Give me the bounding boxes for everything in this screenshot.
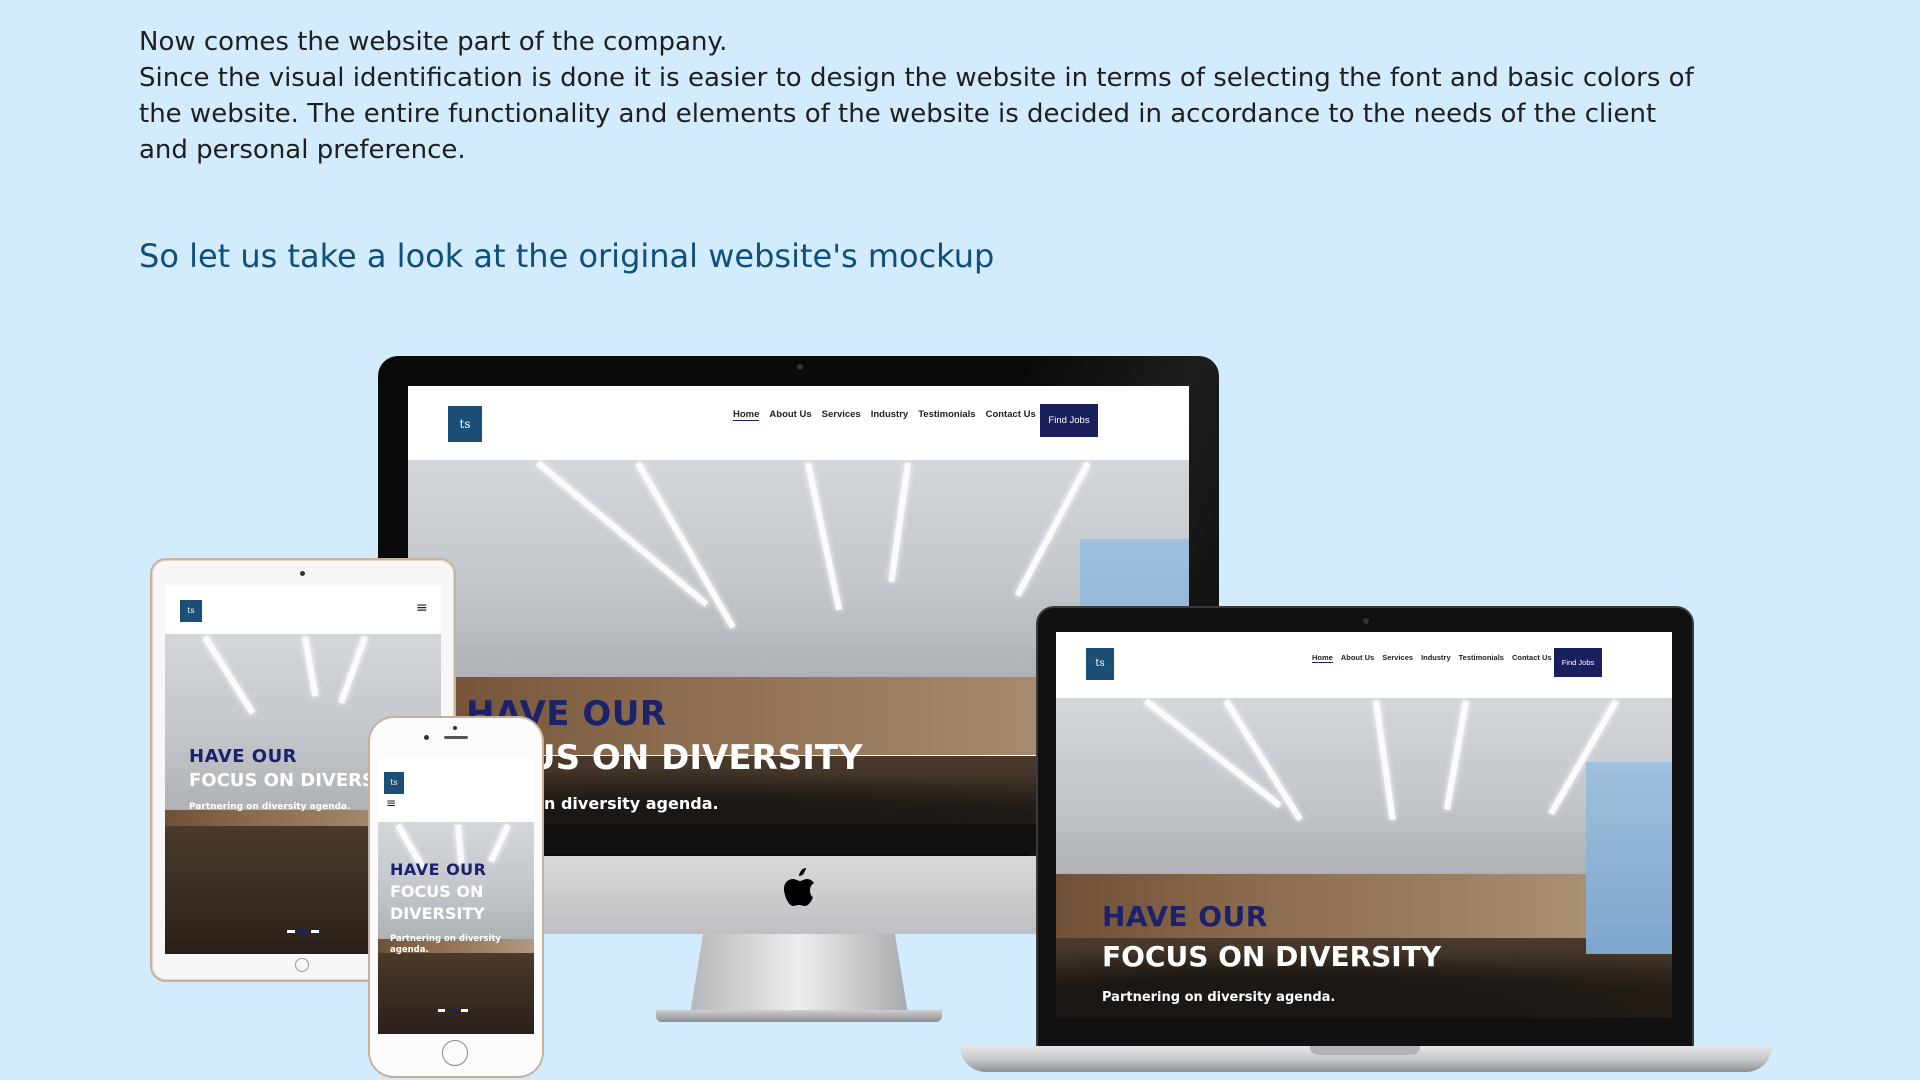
- site-navbar: ts ≡: [165, 586, 441, 634]
- nav-industry[interactable]: Industry: [1421, 653, 1451, 663]
- hero-line-2: FOCUS ON DIVERSITY: [1102, 940, 1442, 973]
- intro-text: Now comes the website part of the compan…: [139, 24, 1699, 168]
- find-jobs-button[interactable]: Find Jobs: [1040, 404, 1098, 437]
- nav-testimonials[interactable]: Testimonials: [918, 409, 975, 421]
- imac-camera: [797, 364, 803, 370]
- macbook-notch: [1310, 1046, 1420, 1055]
- logo-text: ts: [187, 606, 195, 615]
- ipad-home-button: [295, 958, 309, 972]
- hamburger-menu-icon[interactable]: ≡: [386, 796, 396, 810]
- hero-line-2b: DIVERSITY: [390, 904, 485, 923]
- hero-line-1: HAVE OUR: [189, 746, 298, 767]
- hero-line-1: HAVE OUR: [390, 860, 487, 879]
- site-navbar: ts ≡: [378, 758, 534, 822]
- hero-line-2: FOCUS ON DIVERS: [189, 770, 375, 791]
- macbook-screen: ts Home About Us Services Industry Testi…: [1056, 632, 1672, 1018]
- nav-contact-us[interactable]: Contact Us: [1512, 653, 1552, 663]
- hero-photo: [378, 822, 534, 1034]
- hero-subtitle: Partnering on diversity agenda.: [1102, 990, 1336, 1005]
- hero-subtitle-a: Partnering on diversity: [390, 934, 501, 944]
- site-navbar: ts Home About Us Services Industry Testi…: [1056, 632, 1672, 698]
- find-jobs-button[interactable]: Find Jobs: [1554, 648, 1602, 677]
- apple-icon: [784, 868, 814, 906]
- iphone-camera: [424, 735, 429, 740]
- nav-menu: Home About Us Services Industry Testimon…: [1312, 653, 1552, 663]
- imac-stand-foot: [656, 1010, 942, 1022]
- iphone-home-button: [442, 1040, 468, 1066]
- logo-text: ts: [390, 778, 398, 787]
- slider-dots[interactable]: [438, 1009, 468, 1012]
- ipad-camera: [300, 571, 305, 576]
- logo-text: ts: [1095, 658, 1105, 669]
- iphone-sensor: [453, 726, 457, 730]
- site-navbar: ts Home About Us Services Industry Testi…: [408, 386, 1189, 460]
- hero-subtitle-b: agenda.: [390, 945, 429, 955]
- hero-subtitle: Partnering on diversity agenda.: [189, 802, 351, 812]
- macbook-camera: [1363, 618, 1369, 624]
- intro-line-1: Now comes the website part of the compan…: [139, 27, 728, 57]
- iphone-speaker: [444, 736, 468, 739]
- nav-services[interactable]: Services: [1382, 653, 1413, 663]
- site-logo[interactable]: ts: [180, 600, 202, 622]
- nav-contact-us[interactable]: Contact Us: [986, 409, 1036, 421]
- nav-menu: Home About Us Services Industry Testimon…: [733, 409, 1036, 421]
- hero-line-2: US ON DIVERSITY: [528, 738, 863, 778]
- mockup-heading: So let us take a look at the original we…: [139, 237, 995, 275]
- nav-home[interactable]: Home: [1312, 653, 1333, 663]
- logo-text: ts: [459, 417, 471, 431]
- hero-subtitle: g on diversity agenda.: [516, 794, 719, 813]
- hero-line-1: HAVE OUR: [1102, 900, 1268, 933]
- iphone-screen: ts ≡ HAVE OUR FOCUS ON DIVERSITY Partner…: [378, 758, 534, 1034]
- hamburger-menu-icon[interactable]: ≡: [416, 600, 428, 616]
- imac-stand: [690, 934, 908, 1014]
- site-logo[interactable]: ts: [384, 772, 404, 794]
- nav-testimonials[interactable]: Testimonials: [1459, 653, 1504, 663]
- nav-services[interactable]: Services: [822, 409, 861, 421]
- site-logo[interactable]: ts: [1086, 648, 1114, 680]
- nav-about-us[interactable]: About Us: [769, 409, 811, 421]
- nav-about-us[interactable]: About Us: [1341, 653, 1374, 663]
- nav-industry[interactable]: Industry: [871, 409, 908, 421]
- nav-home[interactable]: Home: [733, 409, 760, 421]
- intro-line-2: Since the visual identification is done …: [139, 63, 1694, 165]
- hero-line-2a: FOCUS ON: [390, 882, 484, 901]
- slider-dots[interactable]: [287, 930, 319, 933]
- site-logo[interactable]: ts: [448, 406, 482, 442]
